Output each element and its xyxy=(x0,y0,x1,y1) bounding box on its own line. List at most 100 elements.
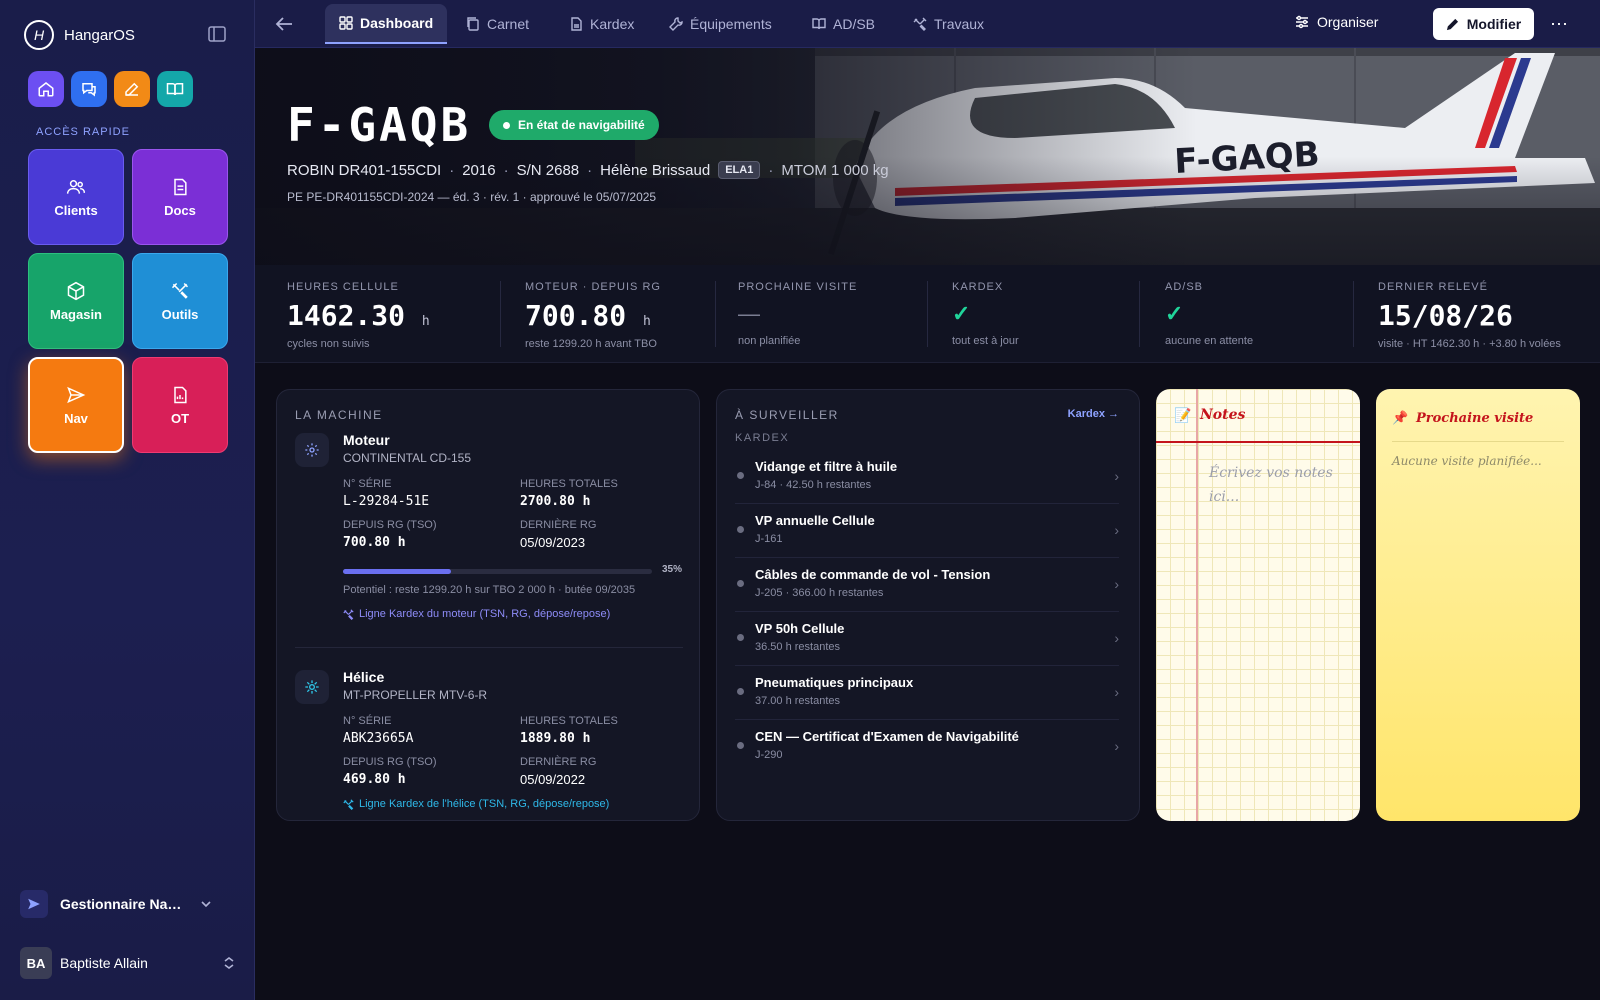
next-visit-placeholder[interactable]: Aucune visite planifiée... xyxy=(1392,449,1542,473)
tab-travaux[interactable]: Travaux xyxy=(899,4,998,44)
stat-sub: visite · HT 1462.30 h · +3.80 h volées xyxy=(1378,338,1561,350)
organize-button[interactable]: Organiser xyxy=(1295,14,1378,30)
tile-label: Clients xyxy=(54,202,98,218)
propeller-total-hours: 1889.80 h xyxy=(520,731,591,746)
chevron-right-icon: › xyxy=(1114,522,1119,538)
tab-carnet[interactable]: Carnet xyxy=(452,4,543,44)
tab-kardex[interactable]: Kardex xyxy=(555,4,648,44)
tbo-progress-label: 35% xyxy=(662,564,683,575)
modify-label: Modifier xyxy=(1466,16,1522,32)
tools-icon xyxy=(913,17,927,31)
propeller-icon xyxy=(295,670,329,704)
kardex-link[interactable]: Kardex → xyxy=(1068,408,1119,420)
maintenance-program: PE PE-DR401155CDI-2024 — éd. 3 · rév. 1 … xyxy=(287,190,657,204)
stat-label: MOTEUR · DEPUIS RG xyxy=(525,281,661,293)
check-icon: ✓ xyxy=(952,301,971,326)
tile-clients[interactable]: Clients xyxy=(28,149,124,245)
tile-docs[interactable]: Docs xyxy=(132,149,228,245)
tab-equipements[interactable]: Équipements xyxy=(655,4,786,44)
watch-item[interactable]: Câbles de commande de vol - Tension J-20… xyxy=(735,558,1119,612)
stat-engine-since-rg: MOTEUR · DEPUIS RG 700.80 h reste 1299.2… xyxy=(525,281,661,351)
engine-serial-label: N° SÉRIE xyxy=(343,478,392,490)
propeller-kardex-link[interactable]: Ligne Kardex de l'hélice (TSN, RG, dépos… xyxy=(343,798,609,810)
engine-potential: Potentiel : reste 1299.20 h sur TBO 2 00… xyxy=(343,584,636,596)
sidebar: H HangarOS ACCÈS RAPIDE Clients Docs Mag… xyxy=(0,0,255,1000)
tab-label: Équipements xyxy=(690,16,772,32)
next-visit-card[interactable]: 📌 Prochaine visite Aucune visite planifi… xyxy=(1376,389,1580,821)
watch-item[interactable]: Pneumatiques principaux 37.00 h restante… xyxy=(735,666,1119,720)
back-button[interactable] xyxy=(275,14,295,34)
wrench-icon xyxy=(669,17,683,31)
arrow-left-icon xyxy=(275,17,292,31)
stat-label: KARDEX xyxy=(952,281,1004,293)
modify-button[interactable]: Modifier xyxy=(1433,8,1534,40)
more-options-icon[interactable]: ⋯ xyxy=(1550,14,1569,35)
paper-plane-icon xyxy=(20,890,48,918)
chat-icon xyxy=(82,83,96,97)
engine-serial: L-29284-51E xyxy=(343,494,430,509)
tile-label: OT xyxy=(170,410,190,426)
chevron-updown-icon xyxy=(224,957,234,969)
tile-nav[interactable]: Nav xyxy=(28,357,124,453)
stat-sub: non planifiée xyxy=(738,335,801,347)
watch-item-sub: J-161 xyxy=(755,533,783,545)
watch-item-sub: J-84 · 42.50 h restantes xyxy=(755,479,872,491)
pencil-icon xyxy=(1446,18,1458,30)
edit-icon xyxy=(125,82,139,96)
tools-icon xyxy=(343,608,354,620)
watch-item[interactable]: VP annuelle Cellule J-161 › xyxy=(735,504,1119,558)
user-menu[interactable]: BA Baptiste Allain xyxy=(20,946,235,980)
notes-card[interactable]: 📝 Notes Écrivez vos notes ici... xyxy=(1156,389,1360,821)
brand[interactable]: H HangarOS xyxy=(24,20,135,50)
margin-line xyxy=(1196,389,1198,821)
tbo-progress-bar xyxy=(343,569,652,574)
stat-value: 15/08/26 xyxy=(1378,299,1513,332)
section-label-quick-access: ACCÈS RAPIDE xyxy=(36,126,130,138)
notes-placeholder[interactable]: Écrivez vos notes ici... xyxy=(1209,461,1339,509)
tile-magasin[interactable]: Magasin xyxy=(28,253,124,349)
stat-value: 1462.30 xyxy=(287,299,406,332)
watch-item[interactable]: CEN — Certificat d'Examen de Navigabilit… xyxy=(735,720,1119,774)
watch-card: À SURVEILLER Kardex → KARDEX Vidange et … xyxy=(716,389,1140,821)
link-label: Ligne Kardex de l'hélice (TSN, RG, dépos… xyxy=(359,798,610,810)
quick-book-button[interactable] xyxy=(157,71,193,107)
stat-unit: h xyxy=(643,314,651,329)
quick-edit-button[interactable] xyxy=(114,71,150,107)
watch-item[interactable]: VP 50h Cellule 36.50 h restantes › xyxy=(735,612,1119,666)
tab-adsb[interactable]: AD/SB xyxy=(798,4,889,44)
propeller-hours-label: HEURES TOTALES xyxy=(520,715,618,727)
propeller-model: MT-PROPELLER MTV-6-R xyxy=(343,688,488,702)
quick-chat-button[interactable] xyxy=(71,71,107,107)
stat-sub: reste 1299.20 h avant TBO xyxy=(525,338,657,350)
engine-name: Moteur xyxy=(343,432,390,448)
tab-dashboard[interactable]: Dashboard xyxy=(325,4,448,44)
quick-home-button[interactable] xyxy=(28,71,64,107)
stat-label: DERNIER RELEVÉ xyxy=(1378,281,1488,293)
hangaros-logo-icon: H xyxy=(24,20,54,50)
send-icon xyxy=(67,386,86,403)
chevron-right-icon: › xyxy=(1114,684,1119,700)
tile-outils[interactable]: Outils xyxy=(132,253,228,349)
bullet-icon xyxy=(737,688,744,695)
role-selector[interactable]: Gestionnaire Navigabilité xyxy=(20,884,235,924)
sidebar-toggle-icon[interactable] xyxy=(208,26,228,44)
aircraft-spec-line: ROBIN DR401-155CDI · 2016 · S/N 2688 · H… xyxy=(287,161,889,179)
aircraft-hero: F-GAQB F-GAQB En état de navigabilité RO… xyxy=(255,48,1600,265)
engine-model: CONTINENTAL CD-155 xyxy=(343,451,472,465)
file-icon xyxy=(571,17,582,31)
watch-item[interactable]: Vidange et filtre à huile J-84 · 42.50 h… xyxy=(735,450,1119,504)
watch-item-sub: J-290 xyxy=(755,749,783,761)
tile-ot[interactable]: OT xyxy=(132,357,228,453)
memo-icon: 📝 xyxy=(1174,407,1192,423)
stat-label: HEURES CELLULE xyxy=(287,281,399,293)
watch-item-sub: J-205 · 366.00 h restantes xyxy=(755,587,884,599)
section-label-kardex: KARDEX xyxy=(735,432,790,444)
status-badge: En état de navigabilité xyxy=(489,110,659,140)
stat-kardex: KARDEX ✓ tout est à jour xyxy=(952,281,1019,351)
aircraft-serial: S/N 2688 xyxy=(516,161,580,179)
chevron-right-icon: › xyxy=(1114,468,1119,484)
header-rule xyxy=(1156,441,1360,443)
engine-kardex-link[interactable]: Ligne Kardex du moteur (TSN, RG, dépose/… xyxy=(343,608,610,620)
propeller-last-rg: 05/09/2022 xyxy=(520,772,586,787)
machine-card: LA MACHINE Moteur CONTINENTAL CD-155 N° … xyxy=(276,389,700,821)
